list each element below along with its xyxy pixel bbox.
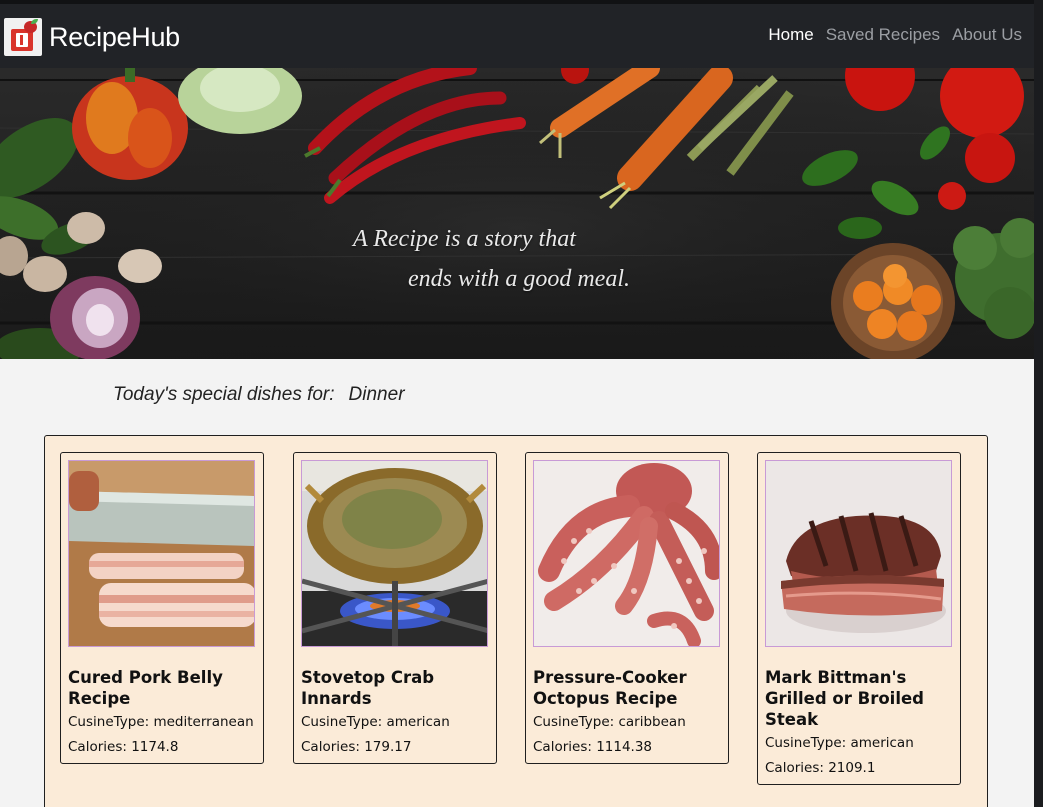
nav-home[interactable]: Home	[768, 25, 813, 45]
recipe-cuisine: CusineType: caribbean	[533, 714, 686, 730]
special-label: Today's special dishes for:	[113, 384, 335, 405]
recipe-calories: Calories: 1114.38	[533, 739, 653, 755]
nav-about-us[interactable]: About Us	[952, 25, 1022, 45]
brand[interactable]: RecipeHub	[4, 16, 180, 58]
recipe-title[interactable]: Mark Bittman's Grilled or Broiled Steak	[765, 667, 953, 730]
recipe-book-icon[interactable]	[4, 18, 42, 56]
recipe-image-crab[interactable]	[301, 460, 488, 647]
recipe-calories: Calories: 2109.1	[765, 760, 876, 776]
recipe-card[interactable]: Cured Pork Belly Recipe CusineType: medi…	[60, 452, 264, 764]
recipe-card[interactable]: Stovetop Crab Innards CusineType: americ…	[293, 452, 497, 764]
brand-name[interactable]: RecipeHub	[49, 22, 180, 53]
meal-type: Dinner	[348, 384, 405, 405]
recipe-cuisine: CusineType: american	[301, 714, 450, 730]
recipe-card[interactable]: Mark Bittman's Grilled or Broiled Steak …	[757, 452, 961, 785]
hero-banner: A Recipe is a story that ends with a goo…	[0, 68, 1034, 359]
nav-saved-recipes[interactable]: Saved Recipes	[826, 25, 940, 45]
recipe-image-steak[interactable]	[765, 460, 952, 647]
recipe-image-pork-belly[interactable]	[68, 460, 255, 647]
hero-vegetables-image	[0, 68, 1034, 359]
recipe-card[interactable]: Pressure-Cooker Octopus Recipe CusineTyp…	[525, 452, 729, 764]
recipe-cuisine: CusineType: mediterranean	[68, 714, 254, 730]
hero-tagline-line1: A Recipe is a story that	[353, 226, 576, 252]
recipe-panel: Cured Pork Belly Recipe CusineType: medi…	[44, 435, 988, 807]
window-edge	[1034, 0, 1043, 807]
special-dishes-heading: Today's special dishes for: Dinner	[113, 384, 405, 406]
recipe-title[interactable]: Stovetop Crab Innards	[301, 667, 489, 709]
nav-menu: Home Saved Recipes About Us	[768, 25, 1022, 45]
recipe-calories: Calories: 1174.8	[68, 739, 179, 755]
recipe-cuisine: CusineType: american	[765, 735, 914, 751]
recipe-title[interactable]: Pressure-Cooker Octopus Recipe	[533, 667, 721, 709]
hero-tagline-line2: ends with a good meal.	[408, 266, 630, 292]
recipe-title[interactable]: Cured Pork Belly Recipe	[68, 667, 256, 709]
page: RecipeHub Home Saved Recipes About Us A …	[0, 0, 1034, 807]
recipe-image-octopus[interactable]	[533, 460, 720, 647]
recipe-calories: Calories: 179.17	[301, 739, 412, 755]
navbar: RecipeHub Home Saved Recipes About Us	[0, 4, 1034, 68]
